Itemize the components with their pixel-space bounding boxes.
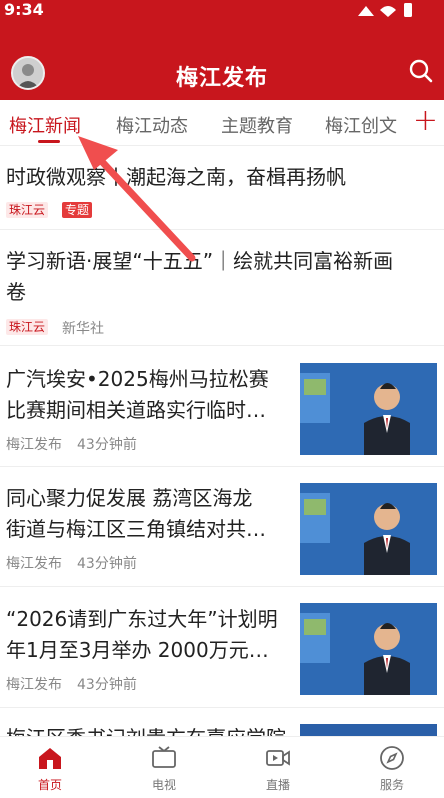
wifi-icon [380,6,396,17]
news-time: 43分钟前 [77,437,137,453]
news-source: 梅江发布 [6,677,62,693]
list-item[interactable]: “2026请到广东过大年”计划明 年1月至3月举办 2000万元… 梅江发布 4… [0,587,444,708]
list-item[interactable]: 广汽埃安•2025梅州马拉松赛 比赛期间相关道路实行临时… 梅江发布 43分钟前 [0,346,444,467]
signal-icon [358,6,374,16]
news-feed[interactable]: 时政微观察丨潮起海之南，奋楫再扬帆 珠江云 专题 学习新语·展望“十五五”｜绘就… [0,146,444,736]
active-tab-indicator [38,140,60,143]
news-title-line2[interactable]: 卷 [6,277,26,308]
nav-label: 首页 [37,778,62,792]
channel-tabs: 梅江新闻 梅江动态 主题教育 梅江创文 + [0,100,444,146]
nav-label: 服务 [379,778,404,792]
news-thumbnail[interactable] [300,603,437,695]
live-video-icon [266,750,290,766]
list-item[interactable]: 梅江区委书记刘贵方在嘉应学院 [0,708,444,736]
tab-meijiang-civilization[interactable]: 梅江创文 [325,112,397,138]
nav-services[interactable]: 服务 [362,745,422,793]
page-title: 梅江发布 [175,66,268,91]
status-time: 9:34 [4,0,44,19]
news-thumbnail[interactable] [300,363,437,455]
source-tag: 珠江云 [6,202,49,218]
tab-theme-education[interactable]: 主题教育 [221,112,293,138]
tab-meijiang-news[interactable]: 梅江新闻 [9,112,81,138]
news-source: 梅江发布 [6,437,62,453]
list-item[interactable]: 时政微观察丨潮起海之南，奋楫再扬帆 珠江云 专题 [0,146,444,230]
source-tag: 珠江云 [6,319,49,335]
news-title-line1[interactable]: 梅江区委书记刘贵方在嘉应学院 [6,723,286,736]
news-title[interactable]: 时政微观察丨潮起海之南，奋楫再扬帆 [6,162,346,193]
add-channel-button[interactable]: + [413,106,438,136]
nav-label: 电视 [151,778,176,792]
nav-live[interactable]: 直播 [248,745,308,793]
news-title-line2[interactable]: 年1月至3月举办 2000万元… [6,635,269,666]
news-title-line1[interactable]: “2026请到广东过大年”计划明 [6,604,278,635]
news-title-line1[interactable]: 广汽埃安•2025梅州马拉松赛 [6,364,269,395]
topic-tag: 专题 [62,202,93,218]
news-time: 43分钟前 [77,556,137,572]
news-title-line1[interactable]: 学习新语·展望“十五五”｜绘就共同富裕新画 [6,246,393,277]
nav-tv[interactable]: 电视 [134,745,194,793]
news-time: 43分钟前 [77,677,137,693]
list-item[interactable]: 同心聚力促发展 荔湾区海龙 街道与梅江区三角镇结对共… 梅江发布 43分钟前 [0,467,444,587]
tv-icon [152,746,176,768]
bottom-navigation: 首页 电视 直播 服务 [0,736,444,798]
news-thumbnail[interactable] [300,483,437,575]
home-icon [39,748,61,769]
compass-icon [380,746,404,770]
tab-meijiang-dynamics[interactable]: 梅江动态 [116,112,188,138]
status-icons [358,3,412,17]
status-bar: 9:34 [0,0,444,22]
battery-icon [404,3,412,17]
news-title-line1[interactable]: 同心聚力促发展 荔湾区海龙 [6,483,252,514]
news-title-line2[interactable]: 街道与梅江区三角镇结对共… [6,514,266,545]
search-icon[interactable] [408,58,434,84]
nav-home[interactable]: 首页 [20,745,80,793]
list-item[interactable]: 学习新语·展望“十五五”｜绘就共同富裕新画 卷 珠江云 新华社 [0,230,444,346]
news-thumbnail[interactable] [300,724,437,736]
news-source: 新华社 [62,321,104,337]
news-title-line2[interactable]: 比赛期间相关道路实行临时… [6,395,266,426]
nav-label: 直播 [265,778,290,792]
news-source: 梅江发布 [6,556,62,572]
